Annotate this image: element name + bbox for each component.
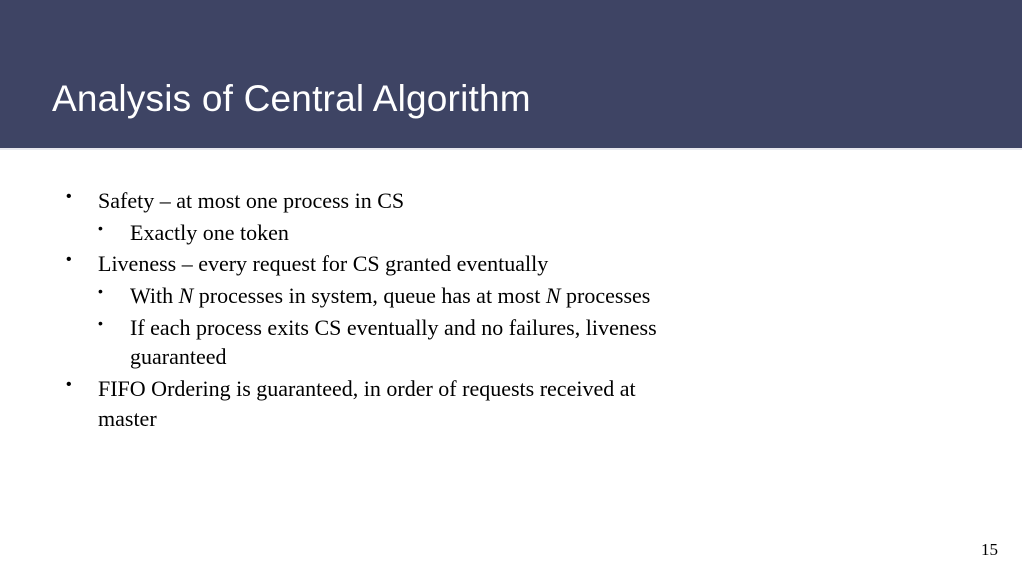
slide-body: Safety – at most one process in CS Exact…	[66, 186, 666, 436]
bullet-text: Liveness – every request for CS granted …	[98, 249, 666, 279]
sub-bullet-list: Exactly one token	[98, 218, 666, 248]
bullet-text: Safety – at most one process in CS	[98, 186, 666, 216]
bullet-safety: Safety – at most one process in CS Exact…	[66, 186, 666, 247]
sub-bullet-text: With N processes in system, queue has at…	[130, 281, 666, 311]
sub-bullet-token: Exactly one token	[98, 218, 666, 248]
bullet-list: Safety – at most one process in CS Exact…	[66, 186, 666, 434]
sub-bullet-queue: With N processes in system, queue has at…	[98, 281, 666, 311]
slide: Analysis of Central Algorithm Safety – a…	[0, 0, 1022, 576]
page-number: 15	[981, 540, 998, 560]
bullet-liveness: Liveness – every request for CS granted …	[66, 249, 666, 372]
bullet-text: FIFO Ordering is guaranteed, in order of…	[98, 374, 666, 433]
slide-title: Analysis of Central Algorithm	[52, 78, 531, 120]
bullet-fifo: FIFO Ordering is guaranteed, in order of…	[66, 374, 666, 433]
sub-bullet-text: If each process exits CS eventually and …	[130, 313, 666, 372]
header-band: Analysis of Central Algorithm	[0, 0, 1022, 150]
sub-bullet-text: Exactly one token	[130, 218, 666, 248]
sub-bullet-exit: If each process exits CS eventually and …	[98, 313, 666, 372]
sub-bullet-list: With N processes in system, queue has at…	[98, 281, 666, 372]
